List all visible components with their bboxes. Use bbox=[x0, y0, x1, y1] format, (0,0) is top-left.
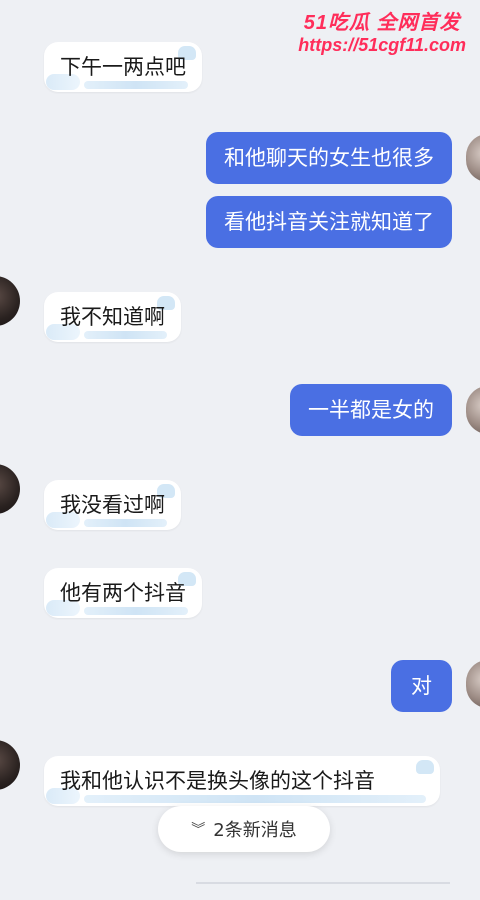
bubble-decoration bbox=[84, 81, 188, 89]
message-bubble-sent[interactable]: 和他聊天的女生也很多 bbox=[206, 132, 452, 184]
message-bubble-received[interactable]: 下午一两点吧 bbox=[44, 42, 202, 92]
avatar-self[interactable] bbox=[466, 660, 480, 708]
message-bubble-received[interactable]: 我不知道啊 bbox=[44, 292, 181, 342]
bubble-decoration bbox=[84, 795, 426, 803]
message-text: 我没看过啊 bbox=[60, 493, 165, 517]
message-text: 下午一两点吧 bbox=[60, 55, 186, 79]
message-text: 一半都是女的 bbox=[308, 398, 434, 422]
avatar-contact[interactable] bbox=[0, 276, 20, 326]
bubble-decoration bbox=[84, 607, 188, 615]
avatar-contact[interactable] bbox=[0, 740, 20, 790]
message-bubble-received[interactable]: 他有两个抖音 bbox=[44, 568, 202, 618]
message-bubble-sent[interactable]: 对 bbox=[391, 660, 452, 712]
bubble-decoration bbox=[84, 519, 167, 527]
watermark-url: https://51cgf11.com bbox=[298, 35, 466, 55]
message-bubble-sent[interactable]: 看他抖音关注就知道了 bbox=[206, 196, 452, 248]
message-text: 我和他认识不是换头像的这个抖音 bbox=[60, 769, 375, 793]
watermark: 51吃瓜 全网首发 https://51cgf11.com bbox=[298, 6, 466, 56]
message-text: 我不知道啊 bbox=[60, 305, 165, 329]
new-messages-label: 2条新消息 bbox=[213, 820, 297, 841]
new-messages-button[interactable]: ︾ 2条新消息 bbox=[158, 806, 330, 852]
double-chevron-down-icon: ︾ bbox=[191, 822, 206, 838]
divider bbox=[196, 882, 450, 884]
message-bubble-received[interactable]: 我和他认识不是换头像的这个抖音 bbox=[44, 756, 440, 806]
message-bubble-sent[interactable]: 一半都是女的 bbox=[290, 384, 452, 436]
avatar-self[interactable] bbox=[466, 386, 480, 434]
message-text: 和他聊天的女生也很多 bbox=[224, 146, 434, 170]
message-text: 他有两个抖音 bbox=[60, 581, 186, 605]
bubble-decoration bbox=[84, 331, 167, 339]
avatar-contact[interactable] bbox=[0, 464, 20, 514]
watermark-title: 51吃瓜 全网首发 bbox=[303, 12, 461, 34]
avatar-self[interactable] bbox=[466, 134, 480, 182]
message-text: 看他抖音关注就知道了 bbox=[224, 210, 434, 234]
message-text: 对 bbox=[411, 674, 432, 698]
message-bubble-received[interactable]: 我没看过啊 bbox=[44, 480, 181, 530]
